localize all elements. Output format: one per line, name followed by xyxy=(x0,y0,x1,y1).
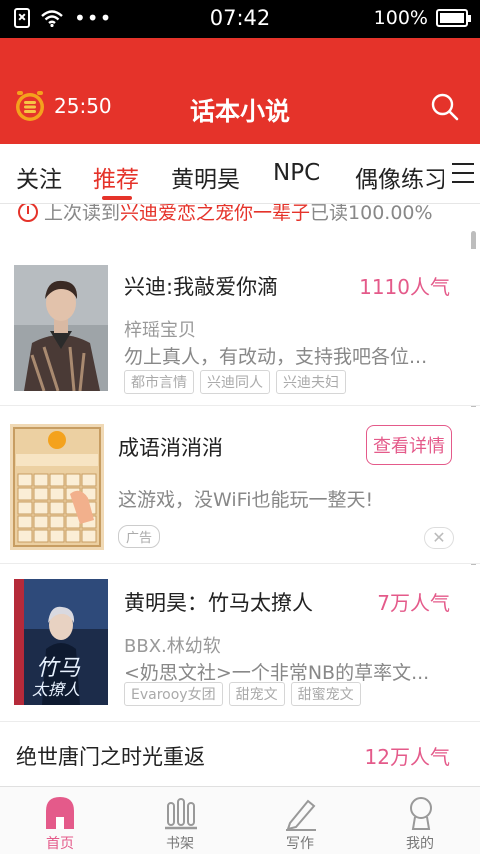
nav-write-label: 写作 xyxy=(286,836,314,852)
nav-home[interactable]: 首页 xyxy=(0,787,120,854)
tag-list: 都市言情 兴迪同人 兴迪夫妇 xyxy=(124,370,346,394)
nav-profile[interactable]: 我的 xyxy=(360,787,480,854)
book-cover[interactable] xyxy=(14,265,108,391)
status-bar: ••• 07:42 100% xyxy=(0,0,480,38)
app-header: 25:50 话本小说 xyxy=(0,38,480,144)
feed-content: 上次读到兴迪爱恋之宠你一辈子已读100.00% 兴迪:我敲爱你滴 1110人气 … xyxy=(0,204,480,786)
home-icon xyxy=(46,797,74,829)
book-card[interactable]: 兴迪:我敲爱你滴 1110人气 梓瑶宝贝 勿上真人，有改动，支持我吧各位... … xyxy=(0,249,480,406)
popularity-count: 12万人气 xyxy=(364,745,450,769)
nav-profile-label: 我的 xyxy=(406,836,434,852)
page-title: 话本小说 xyxy=(189,97,290,126)
book-author: BBX.林幼软 xyxy=(124,636,221,657)
last-read-prefix: 上次读到 xyxy=(44,204,121,222)
book-title[interactable]: 兴迪:我敲爱你滴 xyxy=(124,271,278,301)
battery-percent: 100% xyxy=(373,7,428,29)
ad-title[interactable]: 成语消消消 xyxy=(118,432,223,462)
tab-recommend[interactable]: 推荐 xyxy=(93,160,139,194)
view-details-button[interactable]: 查看详情 xyxy=(366,425,452,465)
nav-bookshelf[interactable]: 书架 xyxy=(120,787,240,854)
tag[interactable]: 兴迪夫妇 xyxy=(276,370,346,394)
tag[interactable]: 甜宠文 xyxy=(228,682,285,706)
profile-icon xyxy=(410,797,432,830)
book-description: 勿上真人，有改动，支持我吧各位... xyxy=(124,346,428,368)
search-icon[interactable] xyxy=(430,92,460,122)
tag[interactable]: 甜蜜宠文 xyxy=(290,682,361,706)
category-tabs: 关注 推荐 黄明昊 NPC 偶像练习 xyxy=(0,144,480,204)
tag[interactable]: 都市言情 xyxy=(124,370,194,394)
book-title[interactable]: 绝世唐门之时光重返 xyxy=(16,741,205,771)
battery-icon xyxy=(436,9,471,27)
popularity-count: 7万人气 xyxy=(377,591,450,615)
bookshelf-icon xyxy=(165,798,197,830)
tab-npc[interactable]: NPC xyxy=(273,160,320,186)
bottom-nav: 首页 书架 写作 我的 xyxy=(0,786,480,854)
nav-bookshelf-label: 书架 xyxy=(166,836,194,852)
last-read-book: 兴迪爱恋之宠你一辈子 xyxy=(120,204,311,222)
close-ad-button[interactable]: ✕ xyxy=(424,527,454,549)
ad-card[interactable]: 成语消消消 查看详情 这游戏，没WiFi也能玩一整天! 广告 ✕ xyxy=(0,407,480,564)
pen-icon xyxy=(286,799,316,831)
svg-text:太撩人: 太撩人 xyxy=(32,680,80,699)
tab-follow[interactable]: 关注 xyxy=(16,160,62,194)
ad-image[interactable] xyxy=(10,424,104,550)
book-cover[interactable]: 竹马 太撩人 xyxy=(14,579,108,705)
tab-idol-trainee[interactable]: 偶像练习 xyxy=(355,160,447,194)
ad-description: 这游戏，没WiFi也能玩一整天! xyxy=(118,489,374,511)
last-read-banner[interactable]: 上次读到兴迪爱恋之宠你一辈子已读100.00% xyxy=(18,204,433,222)
tag-list: Evarooy女团 甜宠文 甜蜜宠文 xyxy=(124,682,361,706)
nav-home-label: 首页 xyxy=(46,836,74,852)
last-read-progress: 已读100.00% xyxy=(310,204,433,222)
book-card[interactable]: 竹马 太撩人 黄明昊：竹马太撩人 7万人气 BBX.林幼软 <奶思文社>一个非常… xyxy=(0,565,480,722)
book-title[interactable]: 黄明昊：竹马太撩人 xyxy=(124,587,313,617)
book-card[interactable]: 绝世唐门之时光重返 12万人气 xyxy=(0,723,480,786)
tab-huang-minghao[interactable]: 黄明昊 xyxy=(171,160,240,194)
popularity-count: 1110人气 xyxy=(359,275,450,299)
tab-menu-icon[interactable] xyxy=(444,144,480,203)
tag[interactable]: 兴迪同人 xyxy=(200,370,270,394)
book-description: <奶思文社>一个非常NB的草率文... xyxy=(124,662,430,684)
book-author: 梓瑶宝贝 xyxy=(124,320,196,341)
svg-text:竹马: 竹马 xyxy=(36,656,81,681)
nav-write[interactable]: 写作 xyxy=(240,787,360,854)
ad-badge: 广告 xyxy=(118,525,161,548)
active-tab-indicator xyxy=(102,196,132,200)
tag[interactable]: Evarooy女团 xyxy=(124,682,223,706)
clock-icon xyxy=(18,204,38,222)
